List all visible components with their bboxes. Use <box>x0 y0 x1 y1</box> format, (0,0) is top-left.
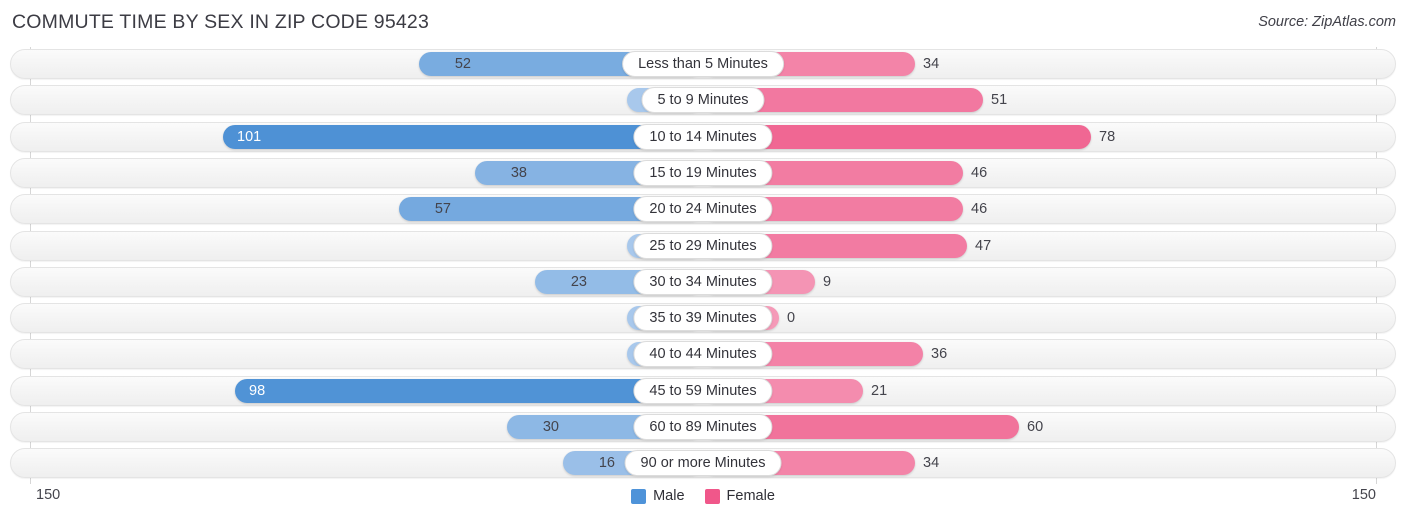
female-value-label: 34 <box>923 56 940 72</box>
chart-row: 23 9 30 to 34 Minutes <box>10 266 1396 297</box>
chart-title: COMMUTE TIME BY SEX IN ZIP CODE 95423 <box>12 11 430 33</box>
chart-row: 52 34 Less than 5 Minutes <box>10 49 1396 79</box>
female-value-label: 34 <box>923 455 940 472</box>
female-value-label: 60 <box>1027 419 1044 435</box>
category-label: 20 to 24 Minutes <box>633 196 773 223</box>
male-value-label: 23 <box>570 273 587 290</box>
female-value-label: 51 <box>991 92 1008 109</box>
chart-row: 04725 to 29 Minutes <box>10 230 1396 261</box>
male-value-label: 101 <box>237 128 262 145</box>
female-value-label: 46 <box>971 201 988 218</box>
chart-row: 0515 to 9 Minutes <box>10 85 1396 116</box>
chart-legend: Male Female <box>0 488 1406 504</box>
chart-row: 0035 to 39 Minutes <box>10 303 1396 334</box>
female-value-label: 0 <box>787 310 796 327</box>
legend-item[interactable]: Female <box>704 488 775 504</box>
chart-root: COMMUTE TIME BY SEX IN ZIP CODE 95423 So… <box>0 0 1406 523</box>
legend-label: Female <box>726 488 775 504</box>
chart-row: 101 78 10 to 14 Minutes <box>10 121 1396 152</box>
female-value-label: 47 <box>975 237 992 254</box>
chart-row: 38 46 15 to 19 Minutes <box>10 157 1396 188</box>
legend-swatch-icon <box>631 488 647 504</box>
chart-source: Source: ZipAtlas.com <box>1258 14 1396 30</box>
category-label: 35 to 39 Minutes <box>633 305 773 332</box>
female-value-label: 36 <box>931 346 948 363</box>
female-value-label: 46 <box>971 164 988 181</box>
chart-row: 16 34 90 or more Minutes <box>10 448 1396 479</box>
male-value-label: 16 <box>598 455 615 472</box>
male-value-label: 30 <box>542 419 559 435</box>
category-label: 30 to 34 Minutes <box>633 268 773 295</box>
male-value-label: 57 <box>434 201 451 218</box>
chart-row: 30 60 60 to 89 Minutes <box>10 412 1396 442</box>
chart-row: 98 21 45 to 59 Minutes <box>10 375 1396 406</box>
chart-footer: 150 150 Male Female <box>0 484 1406 523</box>
female-value-label: 78 <box>1099 128 1116 145</box>
chart-row: 57 46 20 to 24 Minutes <box>10 194 1396 225</box>
male-value-label: 52 <box>454 56 471 72</box>
plot-area: 52 34 Less than 5 Minutes 0 51 5 to 9 Minutes… <box>0 47 1406 484</box>
category-label: 10 to 14 Minutes <box>633 123 773 150</box>
category-label: 45 to 59 Minutes <box>633 377 773 404</box>
legend-item[interactable]: Male <box>631 488 685 504</box>
category-label: 25 to 29 Minutes <box>633 232 773 259</box>
male-value-label: 38 <box>510 164 527 181</box>
category-label: 90 or more Minutes <box>624 450 782 477</box>
female-value-label: 21 <box>871 382 888 399</box>
category-label: 5 to 9 Minutes <box>641 87 765 114</box>
category-label: 40 to 44 Minutes <box>633 341 773 368</box>
category-label: 15 to 19 Minutes <box>633 159 773 186</box>
category-label: 60 to 89 Minutes <box>633 414 773 440</box>
legend-swatch-icon <box>704 488 720 504</box>
legend-label: Male <box>653 488 685 504</box>
category-label: Less than 5 Minutes <box>622 51 784 77</box>
female-value-label: 9 <box>823 273 832 290</box>
chart-row: 03640 to 44 Minutes <box>10 339 1396 370</box>
male-value-label: 98 <box>249 382 266 399</box>
